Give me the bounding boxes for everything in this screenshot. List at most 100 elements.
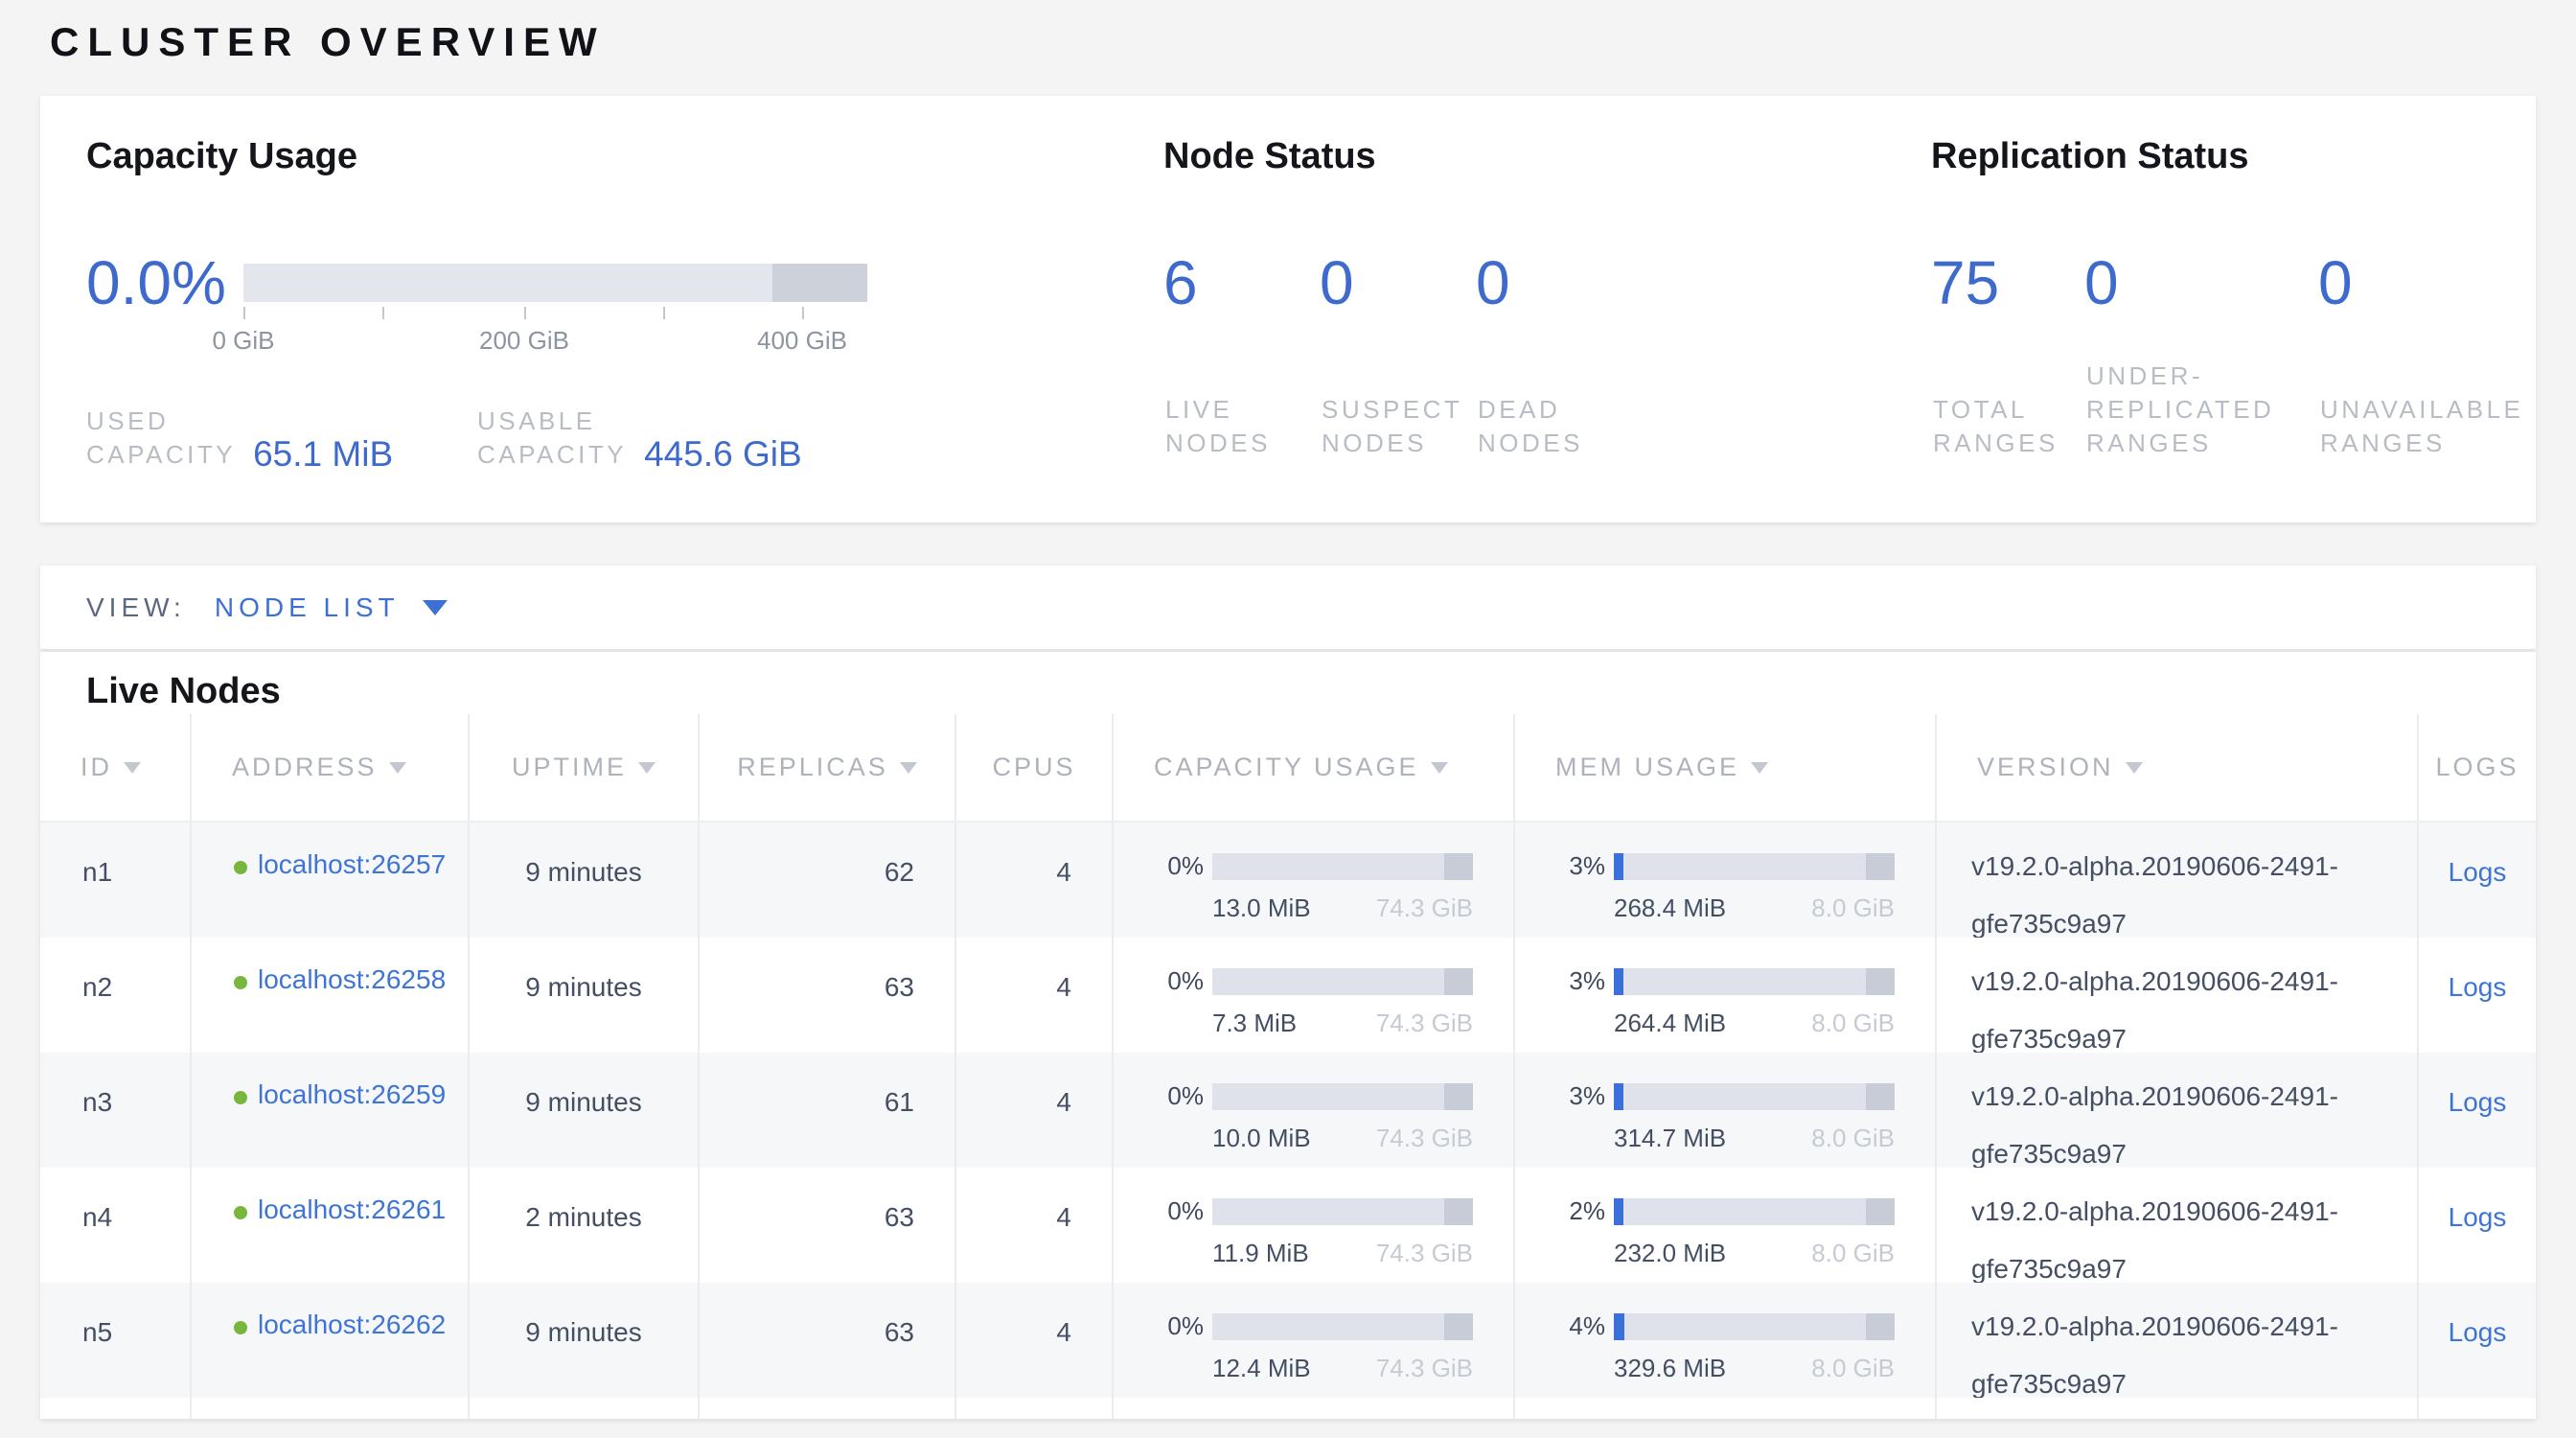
node-live-status-dot	[234, 976, 247, 989]
unavailable-ranges-stat: 0 UNAVAILABLE RANGES	[2318, 247, 2353, 460]
mem-usage-total-value: 8.0 GiB	[1811, 1239, 1895, 1268]
capacity-usage-title: Capacity Usage	[86, 136, 357, 177]
sort-caret-icon	[124, 762, 141, 774]
live-nodes-stat: 6 LIVE NODES	[1163, 247, 1198, 460]
cell-replicas: 63	[700, 1283, 956, 1398]
cell-cpus: 4	[956, 1053, 1114, 1168]
address-link[interactable]: localhost:26261	[258, 1181, 446, 1283]
mem-usage-bar	[1614, 853, 1895, 880]
usage-bar-reserved-segment	[1444, 1313, 1473, 1340]
column-header-id[interactable]: ID	[40, 714, 192, 821]
capacity-usage-percent: 0.0%	[86, 247, 226, 318]
sort-caret-icon	[1751, 762, 1768, 774]
total-ranges-label: TOTAL RANGES	[1933, 393, 2058, 460]
cell-address: localhost:26262	[192, 1283, 470, 1398]
partial-row-cell	[40, 1398, 192, 1419]
sort-caret-icon	[2126, 762, 2143, 774]
capacity-usage-total-value: 74.3 GiB	[1376, 1354, 1473, 1383]
cell-version: v19.2.0-alpha.20190606-2491-gfe735c9a97	[1937, 823, 2419, 938]
cell-capacity-usage: 0%10.0 MiB74.3 GiB	[1114, 1053, 1515, 1168]
logs-link[interactable]: Logs	[2449, 972, 2507, 1002]
partial-row-cell	[1114, 1398, 1515, 1419]
capacity-usage-percent: 0%	[1160, 851, 1204, 881]
column-header-mem[interactable]: MEM USAGE	[1515, 714, 1937, 821]
column-header-cpus: CPUS	[956, 714, 1114, 821]
logs-link[interactable]: Logs	[2449, 1087, 2507, 1117]
cell-uptime: 9 minutes	[470, 1283, 700, 1398]
cell-cpus: 4	[956, 823, 1114, 938]
cell-replicas: 63	[700, 938, 956, 1053]
column-header-capacity[interactable]: CAPACITY USAGE	[1114, 714, 1515, 821]
capacity-usage-used-value: 12.4 MiB	[1212, 1354, 1311, 1383]
cell-replicas: 63	[700, 1168, 956, 1283]
mem-usage-bar	[1614, 1083, 1895, 1110]
mem-usage-total-value: 8.0 GiB	[1811, 1124, 1895, 1153]
usage-bar-reserved-segment	[1444, 1083, 1473, 1110]
used-capacity-stat: USED CAPACITY 65.1 MiB	[86, 405, 393, 472]
address-link[interactable]: localhost:26257	[258, 836, 446, 938]
capacity-usage-bar	[1212, 968, 1473, 995]
gauge-tick-label-200: 200 GiB	[448, 326, 601, 356]
column-header-address[interactable]: ADDRESS	[192, 714, 470, 821]
column-header-label: VERSION	[1977, 753, 2114, 782]
sort-caret-icon	[1431, 762, 1448, 774]
live-nodes-card: Live Nodes IDADDRESSUPTIMEREPLICASCPUSCA…	[40, 652, 2536, 1419]
capacity-usage-used-value: 13.0 MiB	[1212, 893, 1311, 923]
column-header-label: CAPACITY USAGE	[1154, 753, 1419, 782]
logs-link[interactable]: Logs	[2449, 857, 2507, 887]
used-capacity-value: 65.1 MiB	[253, 434, 393, 475]
cell-logs: Logs	[2419, 823, 2536, 938]
column-header-replicas[interactable]: REPLICAS	[700, 714, 956, 821]
table-partial-next-row	[40, 1398, 2536, 1419]
cell-cpus: 4	[956, 938, 1114, 1053]
mem-usage-percent: 3%	[1561, 1081, 1605, 1111]
logs-link[interactable]: Logs	[2449, 1202, 2507, 1232]
page-title: CLUSTER OVERVIEW	[50, 19, 606, 65]
view-label: VIEW:	[86, 592, 186, 623]
address-link[interactable]: localhost:26262	[258, 1296, 446, 1398]
table-header-row: IDADDRESSUPTIME REPLICAS CPUS CAPACITY USAG…	[40, 714, 2536, 823]
cell-cpus: 4	[956, 1283, 1114, 1398]
logs-link[interactable]: Logs	[2449, 1317, 2507, 1347]
usage-bar-reserved-segment	[1866, 968, 1895, 995]
column-header-logs: LOGS	[2419, 714, 2536, 821]
column-header-version[interactable]: VERSION	[1937, 714, 2419, 821]
column-header-uptime[interactable]: UPTIME	[470, 714, 700, 821]
usage-bar-reserved-segment	[1866, 1313, 1895, 1340]
partial-row-cell	[700, 1398, 956, 1419]
cell-mem-usage: 3%264.4 MiB8.0 GiB	[1515, 938, 1937, 1053]
table-row: n3localhost:262599 minutes6140%10.0 MiB7…	[40, 1053, 2536, 1168]
capacity-usage-used-value: 11.9 MiB	[1212, 1239, 1309, 1268]
gauge-tick-label-0: 0 GiB	[167, 326, 320, 356]
cell-version: v19.2.0-alpha.20190606-2491-gfe735c9a97	[1937, 938, 2419, 1053]
suspect-nodes-stat: 0 SUSPECT NODES	[1320, 247, 1354, 460]
cell-address: localhost:26259	[192, 1053, 470, 1168]
view-selector-dropdown[interactable]: NODE LIST	[215, 592, 448, 623]
dead-nodes-label: DEAD NODES	[1478, 393, 1583, 460]
capacity-usage-total-value: 74.3 GiB	[1376, 1009, 1473, 1038]
column-header-label: REPLICAS	[737, 753, 888, 782]
cell-cpus: 4	[956, 1168, 1114, 1283]
usage-bar-reserved-segment	[1444, 853, 1473, 880]
table-row: n5localhost:262629 minutes6340%12.4 MiB7…	[40, 1283, 2536, 1398]
capacity-usage-percent: 0%	[1160, 1196, 1204, 1226]
usage-bar-fill	[1614, 853, 1623, 880]
mem-usage-used-value: 264.4 MiB	[1614, 1009, 1726, 1038]
dead-nodes-stat: 0 DEAD NODES	[1476, 247, 1510, 460]
table-row: n2localhost:262589 minutes6340%7.3 MiB74…	[40, 938, 2536, 1053]
address-link[interactable]: localhost:26258	[258, 951, 446, 1053]
cell-node-id: n4	[40, 1168, 192, 1283]
address-link[interactable]: localhost:26259	[258, 1066, 446, 1168]
cluster-summary-card: Capacity Usage 0.0% 0 GiB 200 GiB 400 Gi…	[40, 96, 2536, 522]
usage-bar-reserved-segment	[1866, 1083, 1895, 1110]
mem-usage-percent: 2%	[1561, 1196, 1605, 1226]
mem-usage-percent: 3%	[1561, 851, 1605, 881]
mem-usage-bar	[1614, 1198, 1895, 1225]
usable-capacity-stat: USABLE CAPACITY 445.6 GiB	[477, 405, 802, 472]
cell-logs: Logs	[2419, 1053, 2536, 1168]
sort-caret-icon	[900, 762, 917, 774]
cell-mem-usage: 2%232.0 MiB8.0 GiB	[1515, 1168, 1937, 1283]
cell-node-id: n5	[40, 1283, 192, 1398]
dead-nodes-count: 0	[1476, 247, 1510, 318]
capacity-usage-bar	[1212, 1083, 1473, 1110]
